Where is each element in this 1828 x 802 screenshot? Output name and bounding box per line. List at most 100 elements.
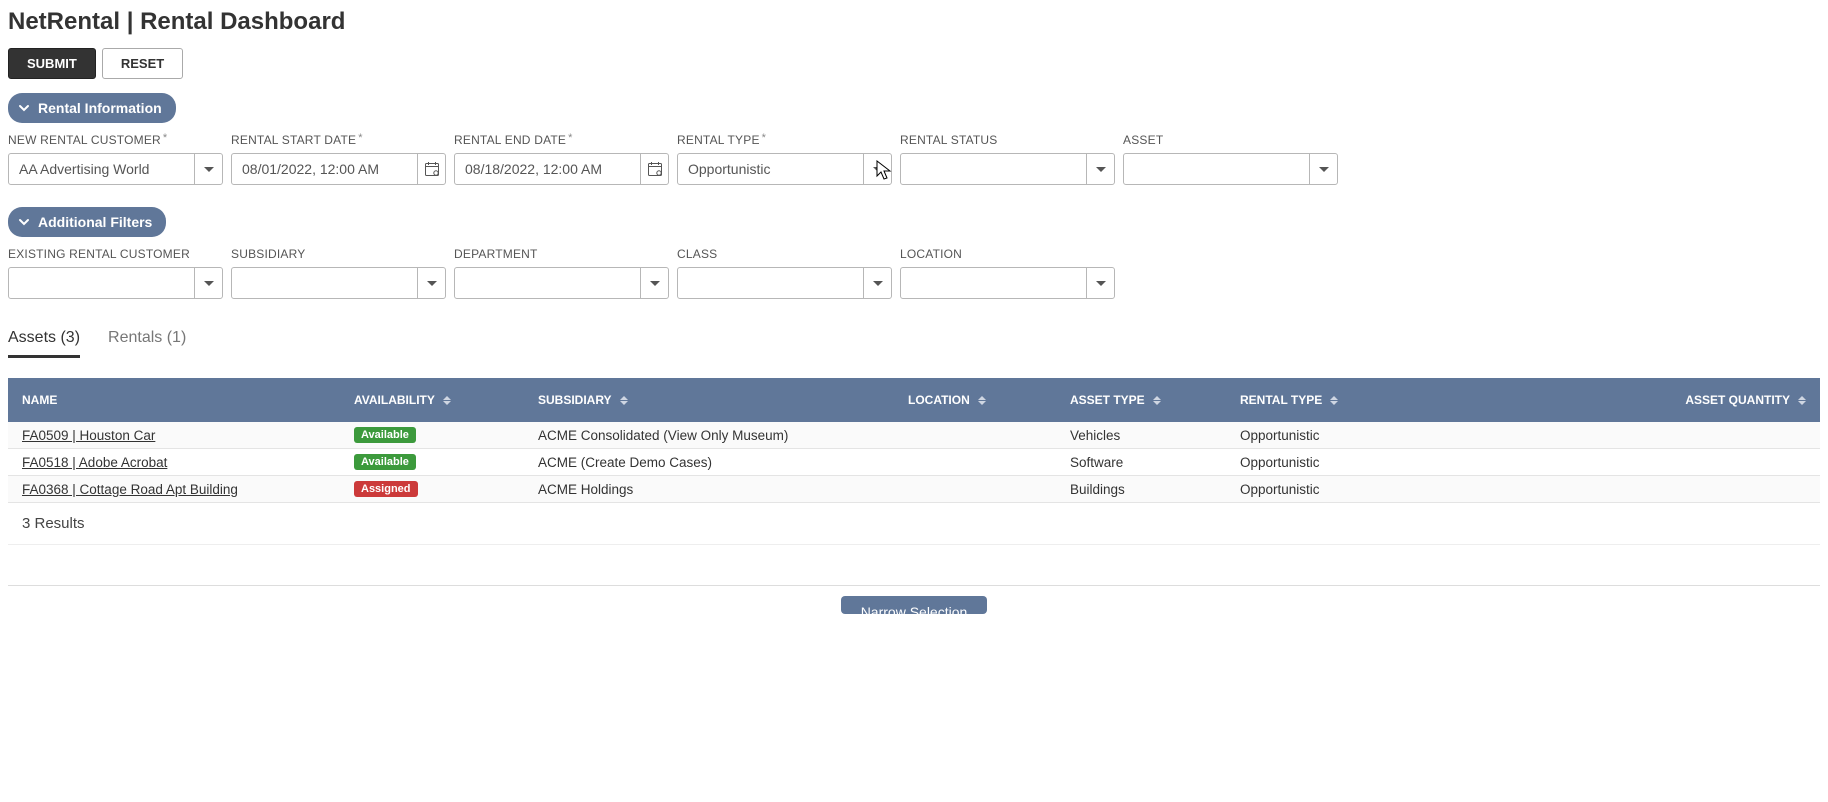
rental-status-input[interactable]: [901, 154, 1086, 184]
rental-information-header[interactable]: Rental Information: [8, 93, 176, 123]
new-rental-customer-combo[interactable]: [8, 153, 223, 185]
caret-down-icon: [873, 167, 883, 172]
caret-down-icon: [427, 281, 437, 286]
caret-down-icon: [650, 281, 660, 286]
location-input[interactable]: [901, 268, 1086, 298]
existing-customer-combo[interactable]: [8, 267, 223, 299]
results-footer: 3 Results: [8, 503, 1820, 545]
action-button-row: SUBMIT RESET: [8, 48, 1820, 79]
col-header-asset-type[interactable]: ASSET TYPE: [1070, 393, 1240, 407]
sort-icon: [1153, 396, 1161, 405]
asset-type-cell: Software: [1070, 455, 1240, 470]
rental-type-combo[interactable]: [677, 153, 892, 185]
asset-link[interactable]: FA0518 | Adobe Acrobat: [22, 455, 167, 470]
subsidiary-combo[interactable]: [231, 267, 446, 299]
dropdown-button[interactable]: [194, 154, 222, 184]
calendar-icon: [424, 161, 440, 177]
grid-header-row: NAME AVAILABILITY SUBSIDIARY LOCATION AS…: [8, 378, 1820, 422]
field-label: RENTAL STATUS: [900, 133, 1115, 147]
class-combo[interactable]: [677, 267, 892, 299]
col-header-name[interactable]: NAME: [22, 393, 354, 407]
new-rental-customer-input[interactable]: [9, 154, 194, 184]
sort-icon: [620, 396, 628, 405]
field-label: NEW RENTAL CUSTOMER*: [8, 133, 223, 147]
rental-end-date-combo[interactable]: [454, 153, 669, 185]
rental-info-filter-row: NEW RENTAL CUSTOMER* RENTAL START DATE* …: [8, 133, 1820, 185]
dropdown-button[interactable]: [863, 268, 891, 298]
field-label: RENTAL TYPE*: [677, 133, 892, 147]
rental-type-field: RENTAL TYPE*: [677, 133, 892, 185]
sort-icon: [978, 396, 986, 405]
col-header-location[interactable]: LOCATION: [908, 393, 1070, 407]
availability-badge: Assigned: [354, 481, 418, 497]
rental-end-date-input[interactable]: [455, 154, 640, 184]
asset-type-cell: Vehicles: [1070, 428, 1240, 443]
caret-down-icon: [1096, 167, 1106, 172]
submit-button[interactable]: SUBMIT: [8, 48, 96, 79]
department-combo[interactable]: [454, 267, 669, 299]
tab-rentals[interactable]: Rentals (1): [108, 329, 186, 358]
existing-customer-field: EXISTING RENTAL CUSTOMER: [8, 247, 223, 299]
asset-link[interactable]: FA0368 | Cottage Road Apt Building: [22, 482, 238, 497]
chevron-down-icon: [18, 216, 30, 228]
dropdown-button[interactable]: [863, 154, 891, 184]
subsidiary-input[interactable]: [232, 268, 417, 298]
caret-down-icon: [204, 167, 214, 172]
field-label: RENTAL END DATE*: [454, 133, 669, 147]
class-input[interactable]: [678, 268, 863, 298]
dropdown-button[interactable]: [417, 268, 445, 298]
caret-down-icon: [1319, 167, 1329, 172]
rental-type-cell: Opportunistic: [1240, 455, 1426, 470]
rental-start-date-combo[interactable]: [231, 153, 446, 185]
asset-type-cell: Buildings: [1070, 482, 1240, 497]
new-rental-customer-field: NEW RENTAL CUSTOMER*: [8, 133, 223, 185]
col-header-availability[interactable]: AVAILABILITY: [354, 393, 538, 407]
table-row: FA0368 | Cottage Road Apt Building Assign…: [8, 476, 1820, 503]
field-label: ASSET: [1123, 133, 1338, 147]
field-label: DEPARTMENT: [454, 247, 669, 261]
sort-icon: [443, 396, 451, 405]
subsidiary-cell: ACME (Create Demo Cases): [538, 455, 908, 470]
existing-customer-input[interactable]: [9, 268, 194, 298]
location-combo[interactable]: [900, 267, 1115, 299]
rental-status-combo[interactable]: [900, 153, 1115, 185]
rental-status-field: RENTAL STATUS: [900, 133, 1115, 185]
caret-down-icon: [204, 281, 214, 286]
reset-button[interactable]: RESET: [102, 48, 183, 79]
asset-input[interactable]: [1124, 154, 1309, 184]
col-header-rental-type[interactable]: RENTAL TYPE: [1240, 393, 1426, 407]
dropdown-button[interactable]: [194, 268, 222, 298]
table-row: FA0509 | Houston CarAvailableACME Consol…: [8, 422, 1820, 449]
calendar-button[interactable]: [417, 154, 445, 184]
result-tabs: Assets (3) Rentals (1): [8, 329, 1820, 358]
page-title: NetRental | Rental Dashboard: [8, 8, 1820, 36]
sort-icon: [1330, 396, 1338, 405]
rental-information-label: Rental Information: [38, 100, 162, 116]
sort-icon: [1798, 396, 1806, 405]
asset-link[interactable]: FA0509 | Houston Car: [22, 428, 155, 443]
dropdown-button[interactable]: [1086, 268, 1114, 298]
dropdown-button[interactable]: [1086, 154, 1114, 184]
asset-field: ASSET: [1123, 133, 1338, 185]
subsidiary-field: SUBSIDIARY: [231, 247, 446, 299]
department-input[interactable]: [455, 268, 640, 298]
caret-down-icon: [1096, 281, 1106, 286]
dropdown-button[interactable]: [1309, 154, 1337, 184]
asset-combo[interactable]: [1123, 153, 1338, 185]
additional-filters-header[interactable]: Additional Filters: [8, 207, 166, 237]
rental-type-cell: Opportunistic: [1240, 428, 1426, 443]
calendar-button[interactable]: [640, 154, 668, 184]
location-field: LOCATION: [900, 247, 1115, 299]
subsidiary-cell: ACME Consolidated (View Only Museum): [538, 428, 908, 443]
tab-assets[interactable]: Assets (3): [8, 329, 80, 358]
rental-start-date-input[interactable]: [232, 154, 417, 184]
col-header-subsidiary[interactable]: SUBSIDIARY: [538, 393, 908, 407]
availability-badge: Available: [354, 454, 416, 470]
additional-filters-row: EXISTING RENTAL CUSTOMER SUBSIDIARY DEPA…: [8, 247, 1820, 299]
field-label: LOCATION: [900, 247, 1115, 261]
dropdown-button[interactable]: [640, 268, 668, 298]
col-header-asset-quantity[interactable]: ASSET QUANTITY: [1426, 393, 1806, 407]
department-field: DEPARTMENT: [454, 247, 669, 299]
rental-type-input[interactable]: [678, 154, 863, 184]
narrow-selection-button[interactable]: Narrow Selection: [841, 596, 988, 614]
